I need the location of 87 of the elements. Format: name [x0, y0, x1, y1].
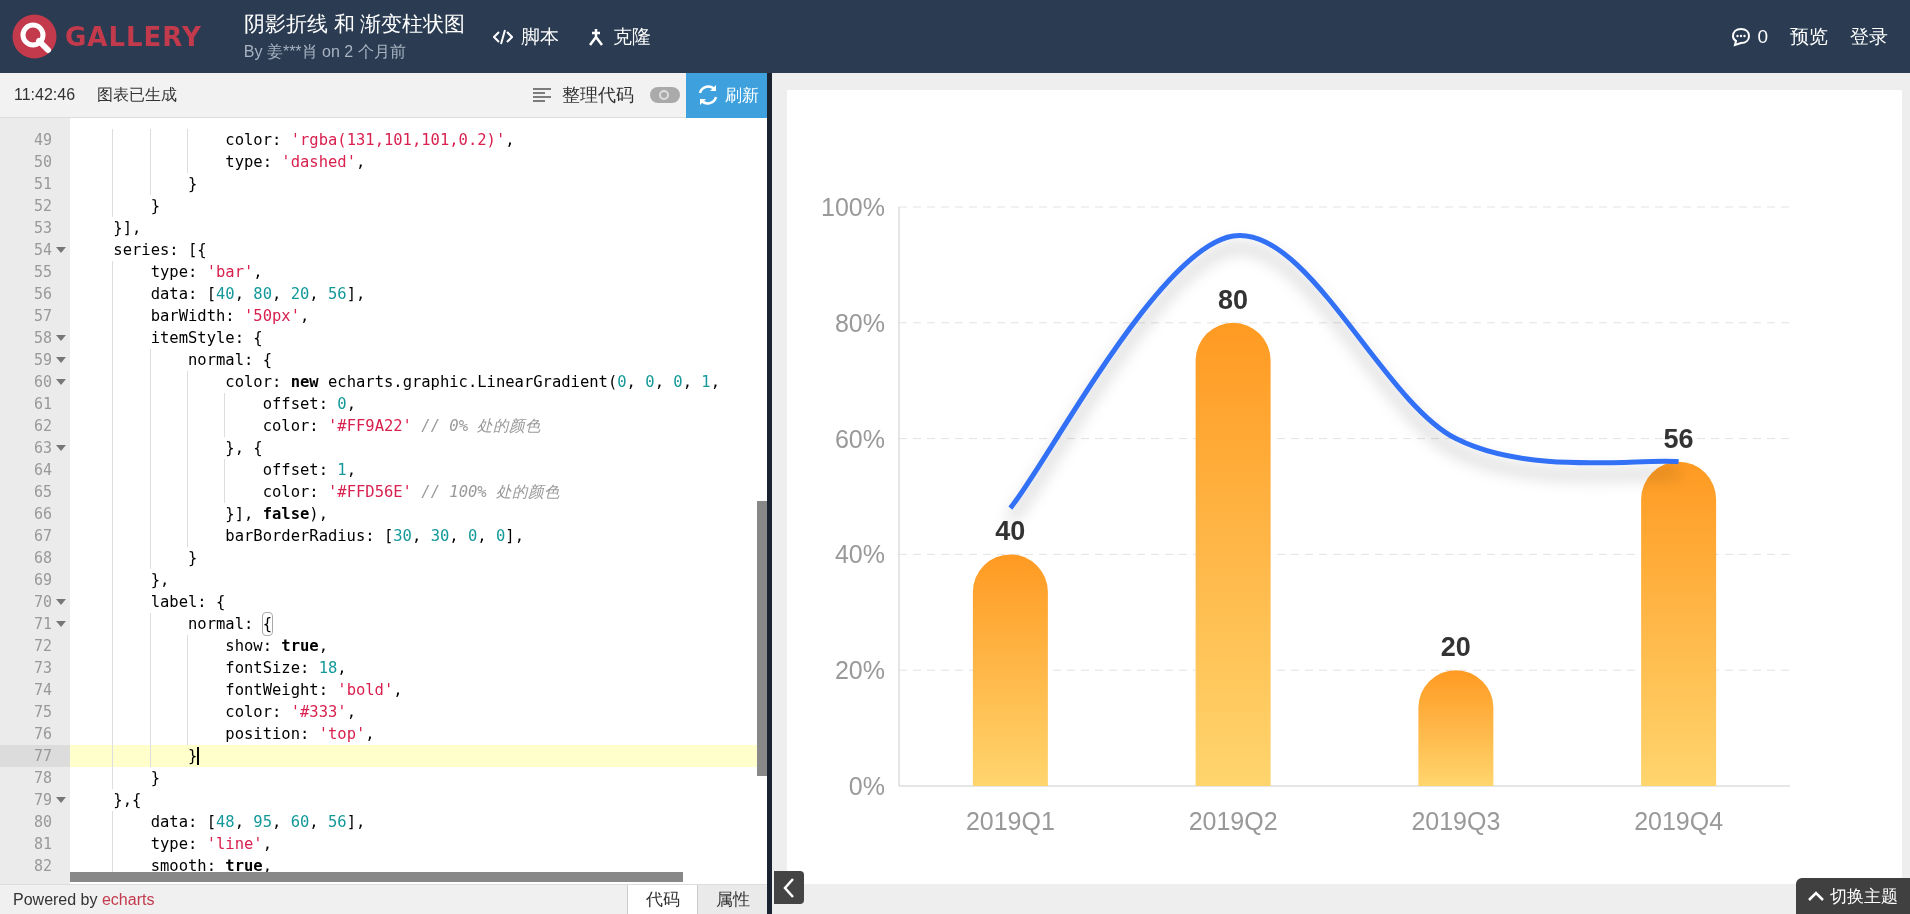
code-icon [493, 28, 514, 45]
line-number: 67 [32, 527, 52, 545]
chevron-up-icon [1808, 891, 1824, 901]
axis-label: 2019Q1 [965, 807, 1055, 835]
login-link[interactable]: 登录 [1850, 23, 1888, 50]
line-number: 79 [32, 791, 52, 809]
line-number: 58 [32, 329, 52, 347]
line-number: 52 [32, 197, 52, 215]
data-label: 80 [1218, 284, 1249, 315]
fold-caret-icon[interactable] [56, 335, 66, 341]
line-number: 60 [32, 373, 52, 391]
fold-caret-icon[interactable] [56, 357, 66, 363]
chart-title: 阴影折线 和 渐变柱状图 [243, 11, 466, 37]
vertical-scrollbar[interactable] [757, 501, 767, 776]
line-number: 75 [32, 703, 52, 721]
line-number: 71 [32, 615, 52, 633]
editor-tab[interactable]: 代码 [627, 885, 697, 914]
fold-caret-icon[interactable] [56, 445, 66, 451]
axis-label: 20% [834, 656, 885, 685]
line-number: 51 [32, 175, 52, 193]
data-label: 20 [1440, 632, 1471, 663]
logo-icon [12, 14, 57, 59]
author-byline: By 姜***肖 on 2 个月前 [243, 42, 407, 62]
status-text: 图表已生成 [97, 84, 178, 105]
line-number: 49 [32, 131, 52, 149]
lines-icon [532, 87, 552, 103]
line-number: 56 [32, 285, 52, 303]
chevron-left-icon [782, 876, 796, 899]
line-number: 68 [32, 549, 52, 567]
line-number: 70 [32, 593, 52, 611]
script-link[interactable]: 脚本 [493, 23, 560, 50]
switch-theme-button[interactable]: 切换主题 [1796, 878, 1910, 914]
code-line: }], [112, 218, 142, 239]
axis-label: 60% [834, 424, 885, 453]
fold-caret-icon[interactable] [56, 247, 66, 253]
line-number: 65 [32, 483, 52, 501]
axis-label: 80% [834, 308, 885, 337]
axis-label: 2019Q2 [1188, 807, 1278, 835]
line-number: 78 [32, 769, 52, 787]
line-number: 73 [32, 659, 52, 677]
line-number: 81 [32, 835, 52, 853]
axis-label: 0% [848, 772, 885, 800]
format-code-button[interactable]: 整理代码 [532, 83, 634, 107]
toggle-switch[interactable] [650, 87, 680, 103]
line-number: 62 [32, 417, 52, 435]
fold-caret-icon[interactable] [56, 797, 66, 803]
line-number: 63 [32, 439, 52, 457]
axis-label: 100% [821, 193, 885, 221]
code-editor[interactable] [0, 118, 767, 884]
logo-text: GALLERY [65, 21, 202, 52]
line-number: 59 [32, 351, 52, 369]
line-number: 66 [32, 505, 52, 523]
powered-by-text: Powered by echarts [12, 890, 155, 909]
comment-icon [1731, 26, 1752, 47]
data-label: 40 [995, 516, 1026, 547]
line-number: 82 [32, 857, 52, 875]
echarts-link[interactable]: echarts [101, 890, 155, 908]
fork-icon [587, 27, 606, 46]
code-line: series: [{ [112, 240, 207, 261]
line-number: 61 [32, 395, 52, 413]
line-number: 72 [32, 637, 52, 655]
line-number: 55 [32, 263, 52, 281]
line-number: 74 [32, 681, 52, 699]
collapse-button[interactable] [774, 871, 804, 904]
comments-link[interactable]: 0 [1731, 25, 1768, 48]
preview-link[interactable]: 预览 [1790, 23, 1828, 50]
line-number: 77 [32, 747, 52, 765]
line-number: 69 [32, 571, 52, 589]
data-label: 56 [1663, 423, 1694, 454]
horizontal-scrollbar[interactable] [70, 872, 683, 882]
fold-caret-icon[interactable] [56, 621, 66, 627]
line-number: 80 [32, 813, 52, 831]
line-number: 76 [32, 725, 52, 743]
line-number: 57 [32, 307, 52, 325]
line-number: 53 [32, 219, 52, 237]
code-line: },{ [112, 790, 142, 811]
axis-label: 40% [834, 540, 885, 569]
line-number: 50 [32, 153, 52, 171]
line-number: 64 [32, 461, 52, 479]
timestamp: 11:42:46 [14, 86, 76, 104]
axis-label: 2019Q4 [1634, 807, 1724, 835]
axis-label: 2019Q3 [1411, 807, 1501, 835]
clone-link[interactable]: 克隆 [587, 23, 652, 50]
fold-caret-icon[interactable] [56, 379, 66, 385]
editor-tab[interactable]: 属性 [697, 885, 767, 914]
line-number: 54 [32, 241, 52, 259]
fold-caret-icon[interactable] [56, 599, 66, 605]
